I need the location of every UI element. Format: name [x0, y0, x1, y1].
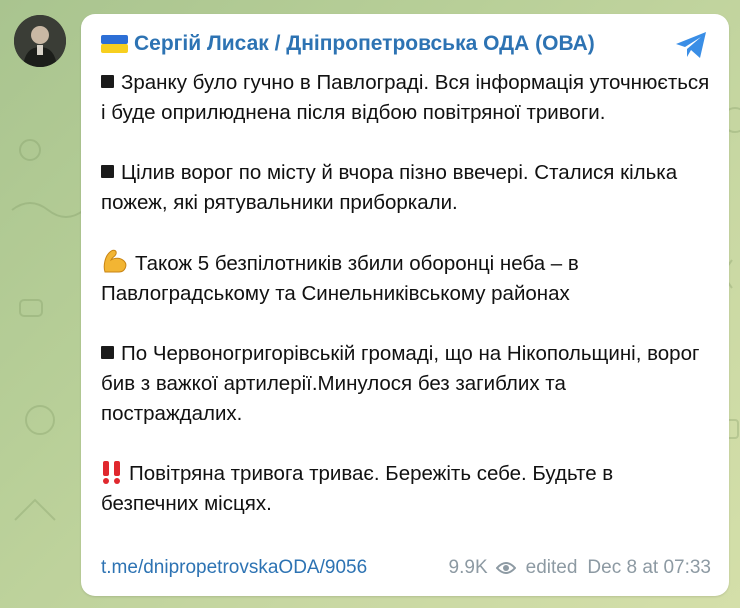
eye-icon — [495, 562, 516, 574]
double-exclamation-icon — [103, 461, 120, 484]
message-paragraph: Також 5 безпілотників збили оборонці неб… — [101, 248, 711, 309]
message-bubble: Сергій Лисак / Дніпропетровська ОДА (ОВА… — [81, 14, 729, 596]
black-square-icon — [101, 346, 114, 359]
edited-label: edited — [525, 557, 578, 578]
message-text: Зранку було гучно в Павлограді. Вся інфо… — [101, 68, 711, 519]
message-meta: 9.9K edited Dec 8 at 07:33 — [449, 557, 711, 579]
message-paragraph: Зранку було гучно в Павлограді. Вся інфо… — [101, 71, 710, 124]
message-paragraph: Повітряна тривога триває. Бережіть себе.… — [101, 461, 614, 515]
avatar[interactable] — [14, 15, 66, 67]
black-square-icon — [101, 75, 114, 88]
avatar-image — [14, 15, 66, 67]
view-count: 9.9K — [448, 557, 488, 578]
black-square-icon — [101, 165, 114, 178]
channel-name[interactable]: Сергій Лисак / Дніпропетровська ОДА (ОВА… — [101, 32, 595, 56]
message-footer: t.me/dnipropetrovskaODA/9056 9.9K edited… — [101, 555, 711, 581]
post-link[interactable]: t.me/dnipropetrovskaODA/9056 — [101, 557, 367, 579]
flexed-biceps-icon — [103, 249, 127, 273]
ukraine-flag-icon — [101, 35, 128, 53]
message-paragraph: Цілив ворог по місту й вчора пізно ввече… — [101, 161, 678, 214]
channel-name-label: Сергій Лисак / Дніпропетровська ОДА (ОВА… — [134, 32, 595, 55]
message-paragraph: По Червоногригорівській громаді, що на Н… — [101, 342, 700, 425]
timestamp[interactable]: Dec 8 at 07:33 — [587, 557, 711, 579]
telegram-share-icon[interactable] — [673, 28, 709, 62]
